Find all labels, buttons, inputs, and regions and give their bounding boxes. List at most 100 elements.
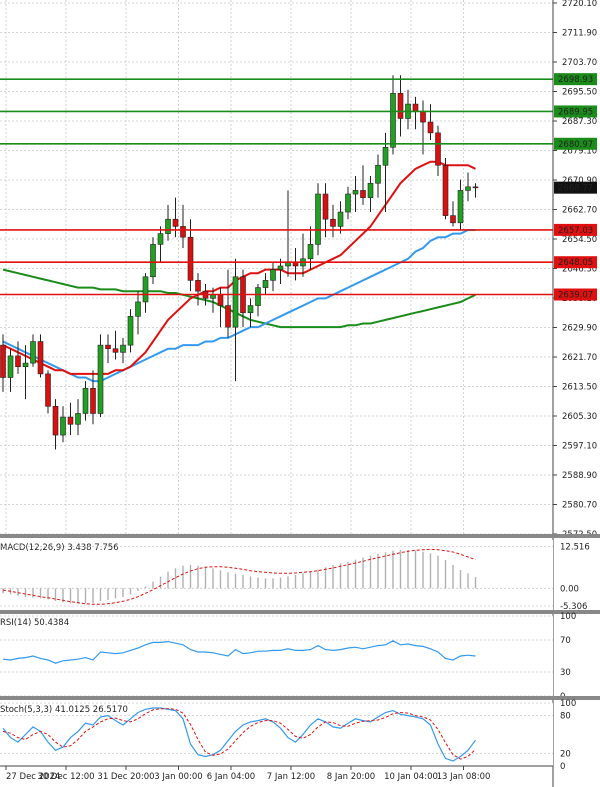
last-price-label: 2668.77: [558, 184, 593, 194]
stoch-tick-label: 0: [560, 762, 565, 772]
time-tick-label: 13 Jan 08:00: [437, 772, 491, 782]
level-tag-label: 2639.07: [558, 291, 593, 301]
candle-body: [52, 405, 59, 436]
rsi-tick-label: 100: [560, 612, 576, 622]
candle-body: [367, 182, 374, 198]
rsi-tick-label: 70: [560, 636, 571, 646]
candle-body: [420, 110, 426, 123]
candle-body: [345, 193, 351, 213]
candle-body: [45, 373, 51, 407]
candle-body: [105, 344, 111, 350]
time-tick-label: 8 Jan 20:00: [327, 772, 375, 782]
time-tick-label: 3 Jan 00:00: [154, 772, 202, 782]
stoch-panel: Stoch(5,3,3) 41.0125 26.5170 100 80 20 0: [0, 699, 576, 772]
candle-body: [450, 215, 456, 224]
candle-body: [360, 190, 366, 198]
stoch-tick-label: 80: [560, 712, 571, 722]
candle-body: [315, 193, 321, 245]
candle-body: [472, 186, 479, 189]
macd-tick-label: 12.516: [560, 543, 590, 553]
candle-body: [157, 233, 164, 245]
candle-body: [247, 305, 254, 314]
price-tick-label: 2597.10: [562, 442, 597, 452]
candle-body: [435, 132, 441, 166]
level-tag-label: 2680.97: [558, 140, 593, 150]
level-tag-label: 2648.05: [558, 258, 593, 268]
macd-tick-label: 0.00: [560, 584, 579, 594]
candle-body: [67, 416, 74, 425]
candle-body: [412, 103, 419, 112]
candle-body: [382, 146, 389, 166]
price-tick-label: 2687.30: [562, 117, 597, 127]
panel-separator: [0, 610, 600, 614]
price-tick-label: 2588.90: [562, 471, 597, 481]
candle-body: [180, 226, 186, 238]
candle-body: [375, 164, 381, 184]
time-tick-label: 30 Dec 12:00: [37, 772, 94, 782]
price-tick-label: 2580.70: [562, 501, 597, 511]
price-tick-label: 2720.10: [562, 0, 597, 9]
price-tick-label: 2613.50: [562, 383, 597, 393]
stoch-tick-label: 100: [560, 699, 576, 709]
macd-panel: MACD(12,26,9) 3.438 7.756 12.5160.00-5.3…: [0, 540, 600, 614]
candle-body: [90, 387, 96, 414]
candle-body: [195, 280, 201, 292]
stoch-tick-label: 20: [560, 749, 571, 759]
candle-body: [352, 190, 359, 195]
price-plot-background: [0, 0, 553, 534]
candle-body: [465, 186, 471, 191]
level-tag-label: 2689.95: [558, 107, 593, 117]
candle-body: [442, 164, 449, 216]
candle-body: [30, 341, 36, 364]
time-tick-label: 7 Jan 12:00: [267, 772, 315, 782]
candle-body: [60, 416, 66, 436]
candle-body: [262, 280, 269, 288]
panel-separator: [0, 696, 600, 700]
price-tick-label: 2621.70: [562, 353, 597, 363]
candle-body: [22, 362, 29, 368]
time-tick-label: 6 Jan 04:00: [207, 772, 255, 782]
macd-label: MACD(12,26,9) 3.438 7.756: [0, 543, 119, 553]
candle-body: [150, 244, 156, 278]
candle-body: [7, 355, 14, 378]
price-tick-label: 2703.70: [562, 58, 597, 68]
candle-body: [427, 121, 434, 134]
time-tick-label: 31 Dec 20:00: [97, 772, 154, 782]
rsi-tick-label: 30: [560, 668, 571, 678]
candle-body: [270, 269, 276, 281]
price-tick-label: 2605.30: [562, 412, 597, 422]
level-tag-label: 2698.93: [558, 75, 593, 85]
candle-body: [255, 287, 261, 306]
candle-body: [112, 348, 119, 353]
candle-body: [120, 344, 126, 353]
candle-body: [217, 294, 224, 306]
candle-body: [172, 218, 179, 227]
rsi-label: RSI(14) 50.4384: [0, 618, 69, 628]
candle-body: [277, 265, 284, 270]
stoch-label: Stoch(5,3,3) 41.0125 26.5170: [0, 705, 128, 715]
candle-body: [127, 316, 134, 346]
candle-body: [225, 305, 231, 328]
price-tick-label: 2654.50: [562, 235, 597, 245]
price-tick-label: 2662.70: [562, 206, 597, 216]
candle-body: [457, 190, 464, 224]
candle-body: [82, 387, 89, 414]
candle-body: [232, 276, 239, 328]
candle-body: [165, 218, 171, 234]
candle-body: [135, 301, 141, 317]
candle-body: [390, 92, 396, 148]
candle-body: [37, 341, 44, 375]
candle-body: [15, 355, 21, 368]
candle-body: [337, 211, 344, 227]
panel-separator: [0, 534, 600, 538]
rsi-panel: RSI(14) 50.4384 10070300: [0, 612, 600, 702]
candle-body: [322, 193, 329, 220]
time-axis: 27 Dec 202430 Dec 12:00 31 Dec 20:00 3 Jan…: [5, 766, 491, 782]
candle-body: [307, 244, 314, 260]
price-tick-label: 2711.90: [562, 29, 597, 39]
level-tag-label: 2657.03: [558, 226, 593, 236]
price-tick-label: 2695.50: [562, 88, 597, 98]
candle-body: [330, 218, 336, 227]
time-tick-label: 10 Jan 04:00: [384, 772, 438, 782]
candle-body: [397, 92, 404, 119]
